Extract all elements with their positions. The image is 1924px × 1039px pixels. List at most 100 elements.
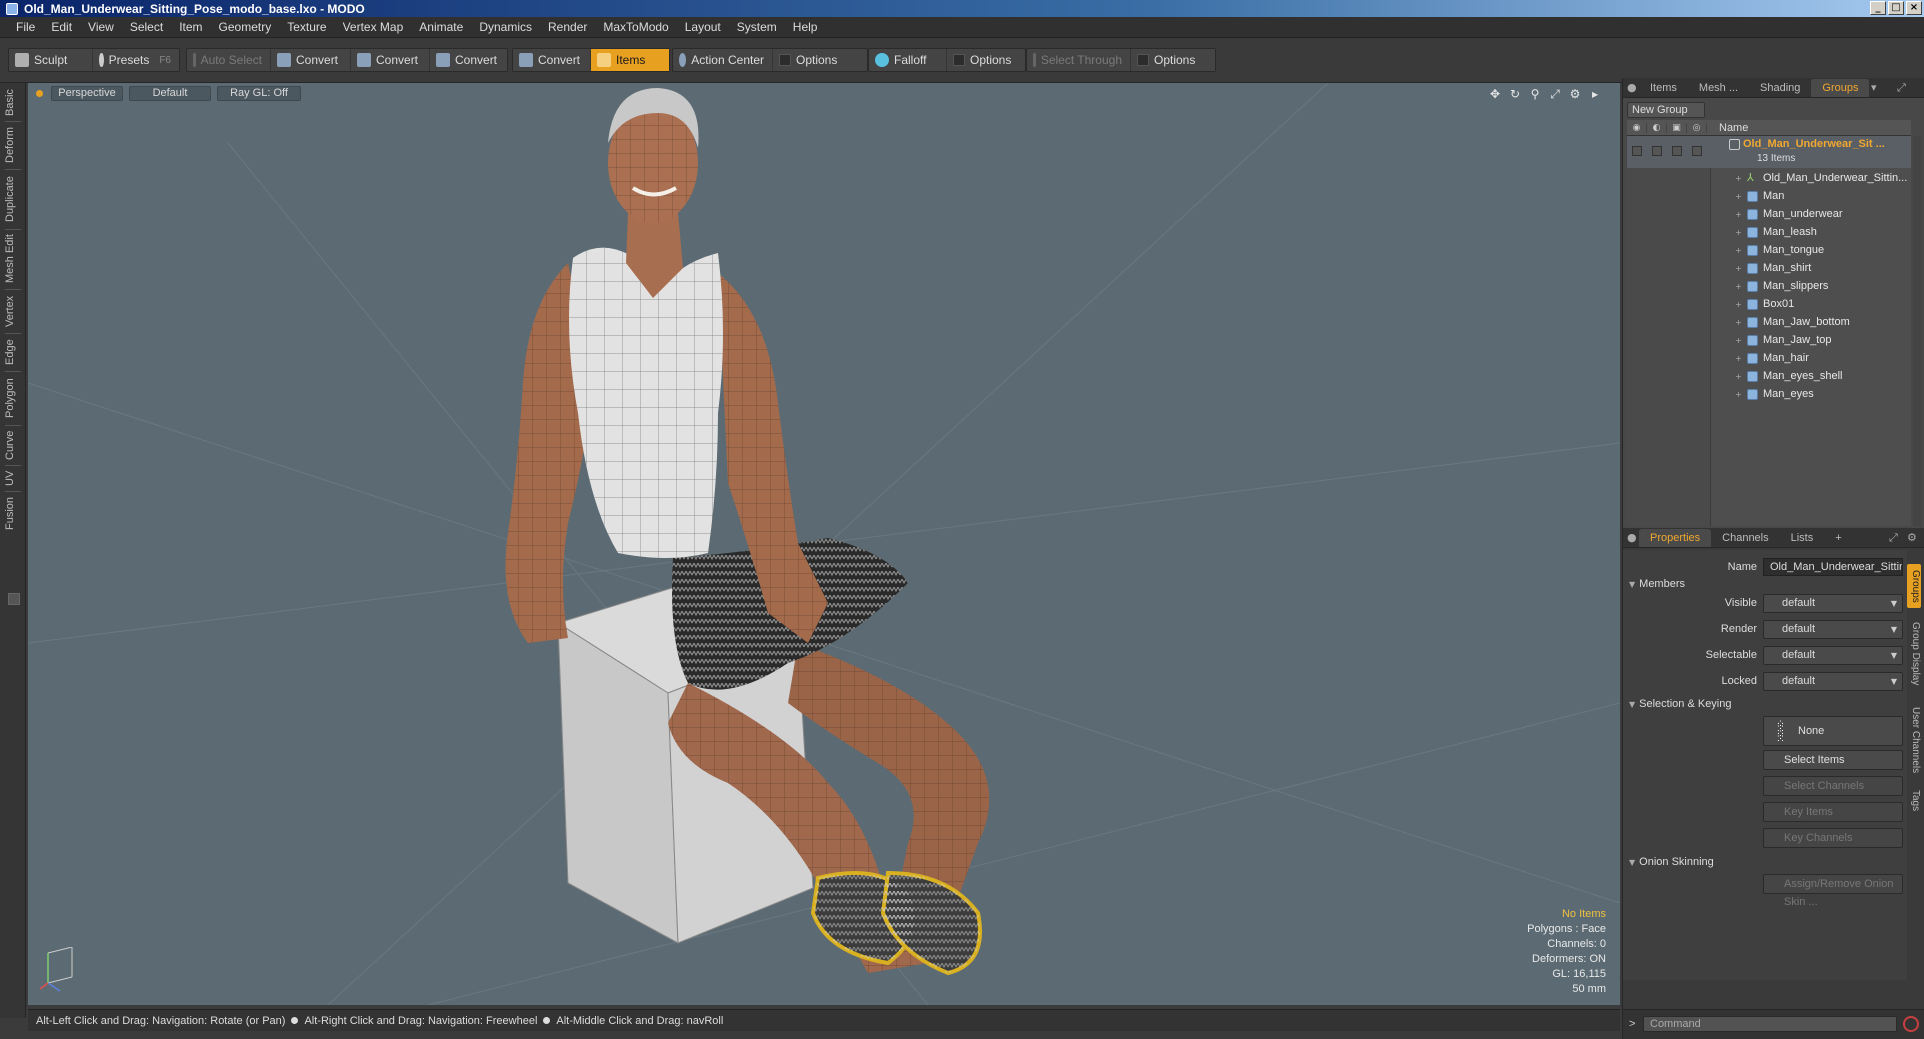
expand-icon[interactable]: +: [1735, 246, 1742, 255]
group-name-input[interactable]: Old_Man_Underwear_Sitting_Pose: [1763, 558, 1903, 576]
group-member-row[interactable]: + ⅄ Old_Man_Underwear_Sittin...: [1627, 170, 1911, 188]
falloff-button[interactable]: Falloff: [869, 49, 947, 71]
group-member-row[interactable]: + Box01: [1627, 296, 1911, 314]
menu-vertex-map[interactable]: Vertex Map: [335, 17, 412, 38]
menu-edit[interactable]: Edit: [43, 17, 80, 38]
pan-icon[interactable]: ✥: [1488, 87, 1502, 102]
tab-menu-arrow-icon[interactable]: ▾: [1871, 81, 1877, 94]
menu-geometry[interactable]: Geometry: [211, 17, 280, 38]
maximize-button[interactable]: □: [1888, 1, 1904, 15]
menu-animate[interactable]: Animate: [411, 17, 471, 38]
expand-icon[interactable]: +: [1735, 390, 1742, 399]
none-button[interactable]: ·:·:·: ·:·:·: None: [1763, 716, 1903, 746]
group-member-row[interactable]: + Man_Jaw_top: [1627, 332, 1911, 350]
render-toggle-icon[interactable]: [1652, 146, 1662, 156]
menu-render[interactable]: Render: [540, 17, 595, 38]
expand-icon[interactable]: +: [1735, 282, 1742, 291]
group-member-row[interactable]: + Man_tongue: [1627, 242, 1911, 260]
group-member-row[interactable]: + Man_shirt: [1627, 260, 1911, 278]
group-member-row[interactable]: + Man: [1627, 188, 1911, 206]
tab-groups[interactable]: Groups: [1811, 79, 1870, 97]
tab-mesh[interactable]: Mesh ...: [1688, 79, 1749, 97]
expand-icon[interactable]: +: [1735, 264, 1742, 273]
add-tab-button[interactable]: +: [1824, 529, 1852, 547]
menu-dynamics[interactable]: Dynamics: [471, 17, 540, 38]
lock-toggle-icon[interactable]: [1672, 146, 1682, 156]
selectable-dropdown[interactable]: default: [1763, 646, 1903, 665]
tree-scrollbar[interactable]: [1913, 136, 1921, 526]
menu-select[interactable]: Select: [122, 17, 171, 38]
expand-icon[interactable]: +: [1735, 228, 1742, 237]
sculpt-button[interactable]: Sculpt: [9, 49, 93, 71]
side-tab-group-display[interactable]: Group Display: [1907, 614, 1921, 694]
falloff-options-button[interactable]: Options: [947, 49, 1025, 71]
expand-panel-icon[interactable]: ⤢: [1889, 531, 1898, 545]
group-member-row[interactable]: + Man_Jaw_bottom: [1627, 314, 1911, 332]
expand-icon[interactable]: +: [1735, 300, 1742, 309]
shading-dropdown[interactable]: Default: [129, 85, 211, 101]
visible-toggle-icon[interactable]: [1632, 146, 1642, 156]
name-column-header[interactable]: Name: [1707, 122, 1748, 134]
locked-dropdown[interactable]: default: [1763, 672, 1903, 691]
items-mode-button[interactable]: Items: [591, 49, 669, 71]
raygl-dropdown[interactable]: Ray GL: Off: [217, 85, 301, 101]
new-group-button[interactable]: New Group: [1627, 102, 1705, 118]
tab-lists[interactable]: Lists: [1780, 529, 1825, 547]
key-items-button[interactable]: Key Items: [1763, 802, 1903, 822]
assign-onion-skin-button[interactable]: Assign/Remove Onion Skin ...: [1763, 874, 1903, 908]
side-tab-user-channels[interactable]: User Channels: [1907, 700, 1921, 780]
zoom-icon[interactable]: ⚲: [1528, 87, 1542, 102]
menu-maxtomodo[interactable]: MaxToModo: [595, 17, 676, 38]
convert-polygons-button[interactable]: Convert: [430, 49, 507, 71]
onion-skinning-section[interactable]: ▼ Onion Skinning: [1629, 856, 1714, 868]
lock-icon[interactable]: ▣: [1667, 122, 1687, 133]
tab-mesh-edit[interactable]: Mesh Edit: [4, 231, 22, 287]
group-member-row[interactable]: + Man_slippers: [1627, 278, 1911, 296]
expand-icon[interactable]: +: [1735, 372, 1742, 381]
tab-duplicate[interactable]: Duplicate: [4, 171, 22, 227]
gear-icon[interactable]: ⚙: [1907, 531, 1917, 544]
group-member-row[interactable]: + Man_eyes_shell: [1627, 368, 1911, 386]
tab-properties[interactable]: Properties: [1639, 529, 1712, 547]
action-center-options-button[interactable]: Options: [773, 49, 867, 71]
menu-item[interactable]: Item: [171, 17, 210, 38]
side-tab-tags[interactable]: Tags: [1907, 786, 1921, 816]
selection-keying-section[interactable]: ▼ Selection & Keying: [1629, 698, 1732, 710]
menu-texture[interactable]: Texture: [279, 17, 334, 38]
maximize-viewport-icon[interactable]: ⤢: [1548, 87, 1562, 102]
expand-icon[interactable]: +: [1735, 354, 1742, 363]
select-toggle-icon[interactable]: [1692, 146, 1702, 156]
menu-help[interactable]: Help: [785, 17, 826, 38]
tab-deform[interactable]: Deform: [4, 123, 22, 167]
tab-uv[interactable]: UV: [4, 467, 22, 489]
tab-polygon[interactable]: Polygon: [4, 373, 22, 423]
command-input[interactable]: Command: [1643, 1016, 1897, 1032]
expand-icon[interactable]: +: [1735, 210, 1742, 219]
group-member-row[interactable]: + Man_eyes: [1627, 386, 1911, 404]
convert-vertices-button[interactable]: Convert: [271, 49, 351, 71]
stop-icon[interactable]: [1903, 1016, 1919, 1032]
menu-file[interactable]: File: [8, 17, 43, 38]
auto-select-button[interactable]: Auto Select: [187, 49, 271, 71]
minimize-button[interactable]: _: [1870, 1, 1886, 15]
tab-vertex[interactable]: Vertex: [4, 291, 22, 331]
select-through-options-button[interactable]: Options: [1131, 49, 1215, 71]
group-root-row[interactable]: Old_Man_Underwear_Sit ... 13 Items: [1627, 136, 1911, 168]
select-items-button[interactable]: Select Items: [1763, 750, 1903, 770]
eye-icon[interactable]: ◉: [1627, 122, 1647, 133]
gear-icon[interactable]: ⚙: [1568, 87, 1582, 102]
select-channels-button[interactable]: Select Channels: [1763, 776, 1903, 796]
expand-icon[interactable]: +: [1735, 336, 1742, 345]
render-icon[interactable]: ◐: [1647, 122, 1667, 133]
action-center-button[interactable]: Action Center: [673, 49, 773, 71]
side-tab-groups[interactable]: Groups: [1907, 564, 1921, 608]
visible-dropdown[interactable]: default: [1763, 594, 1903, 613]
tab-shading[interactable]: Shading: [1749, 79, 1811, 97]
select-icon[interactable]: ◎: [1687, 122, 1707, 133]
group-member-row[interactable]: + Man_underwear: [1627, 206, 1911, 224]
members-section[interactable]: ▼ Members: [1629, 578, 1685, 590]
close-button[interactable]: ×: [1906, 1, 1922, 15]
expand-icon[interactable]: +: [1735, 318, 1742, 327]
convert-edges-button[interactable]: Convert: [351, 49, 430, 71]
select-through-button[interactable]: Select Through: [1027, 49, 1131, 71]
